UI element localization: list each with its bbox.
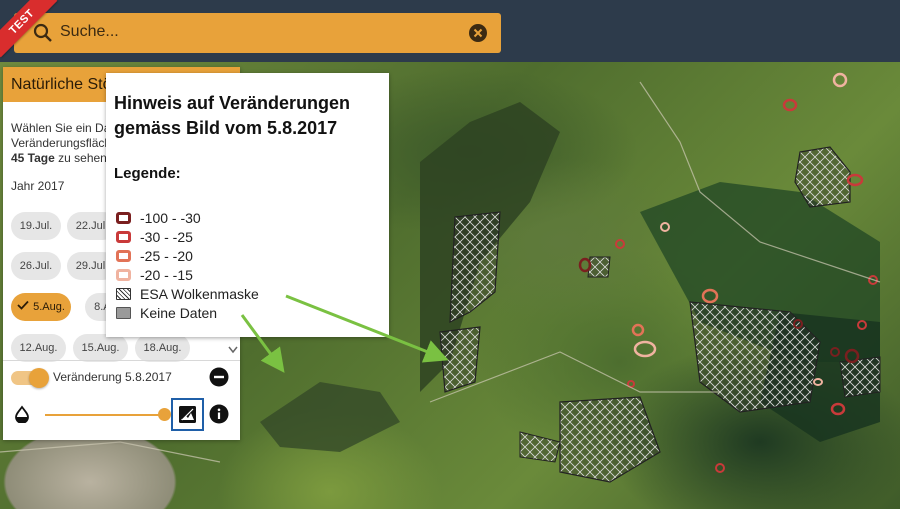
divider [3, 360, 240, 361]
date-chip-label: 5.Aug. [33, 301, 65, 313]
legend-popup: Hinweis auf Veränderungen gemäss Bild vo… [106, 73, 389, 337]
legend-label: Keine Daten [140, 305, 218, 321]
legend-swatch [116, 212, 131, 224]
legend-item: -100 - -30 [116, 209, 201, 227]
date-chip[interactable]: 12.Aug. [11, 334, 66, 362]
check-icon [17, 300, 29, 310]
image-icon [179, 406, 196, 423]
legend-label: -25 - -20 [140, 248, 193, 264]
search-bar[interactable]: Suche... [14, 13, 501, 53]
info-icon[interactable] [209, 404, 229, 424]
opacity-slider-track[interactable] [45, 414, 163, 416]
date-chip-label: 18.Aug. [143, 342, 182, 354]
date-chip[interactable]: 18.Aug. [135, 334, 190, 362]
legend-swatch [116, 307, 131, 319]
date-chip-label: 26.Jul. [19, 260, 53, 272]
search-icon[interactable] [32, 22, 54, 44]
toggle-knob[interactable] [29, 368, 49, 388]
legend-item: ESA Wolkenmaske [116, 285, 259, 303]
date-chip[interactable]: 15.Aug. [73, 334, 128, 362]
legend-label: -30 - -25 [140, 229, 193, 245]
opacity-slider-thumb[interactable] [158, 408, 171, 421]
top-bar: Suche... [0, 0, 900, 62]
date-chip-label: 15.Aug. [81, 342, 120, 354]
date-chip[interactable]: 5.Aug. [11, 293, 71, 321]
date-chip-label: 19.Jul. [19, 220, 53, 232]
legend-heading: Legende: [114, 165, 181, 182]
legend-label: -100 - -30 [140, 210, 201, 226]
layer-toggle-label: Veränderung 5.8.2017 [53, 370, 172, 384]
legend-swatch [116, 288, 131, 300]
legend-swatch [116, 250, 131, 262]
opacity-icon [15, 405, 29, 423]
legend-label: ESA Wolkenmaske [140, 286, 259, 302]
legend-item: -25 - -20 [116, 247, 193, 265]
date-chip-label: 29.Jul. [75, 260, 109, 272]
clear-search-icon[interactable] [468, 23, 488, 43]
scroll-down-icon[interactable] [228, 342, 238, 358]
legend-title: Hinweis auf Veränderungen gemäss Bild vo… [114, 93, 351, 138]
layer-toggle[interactable] [11, 368, 49, 388]
date-chip[interactable]: 19.Jul. [11, 212, 61, 240]
date-chip[interactable]: 26.Jul. [11, 252, 61, 280]
legend-item: Keine Daten [116, 304, 217, 322]
date-chip-label: 12.Aug. [19, 342, 58, 354]
legend-swatch [116, 231, 131, 243]
legend-item: -20 - -15 [116, 266, 193, 284]
date-chip-label: 22.Jul. [75, 220, 109, 232]
legend-label: -20 - -15 [140, 267, 193, 283]
search-input[interactable]: Suche... [60, 23, 119, 41]
legend-swatch [116, 269, 131, 281]
legend-item: -30 - -25 [116, 228, 193, 246]
description-days: 45 Tage [11, 151, 55, 165]
year-label: Jahr 2017 [11, 179, 65, 193]
description-suffix: zu sehen. [58, 151, 111, 165]
legend-image-button[interactable] [171, 398, 204, 431]
remove-layer-button[interactable] [209, 367, 229, 387]
